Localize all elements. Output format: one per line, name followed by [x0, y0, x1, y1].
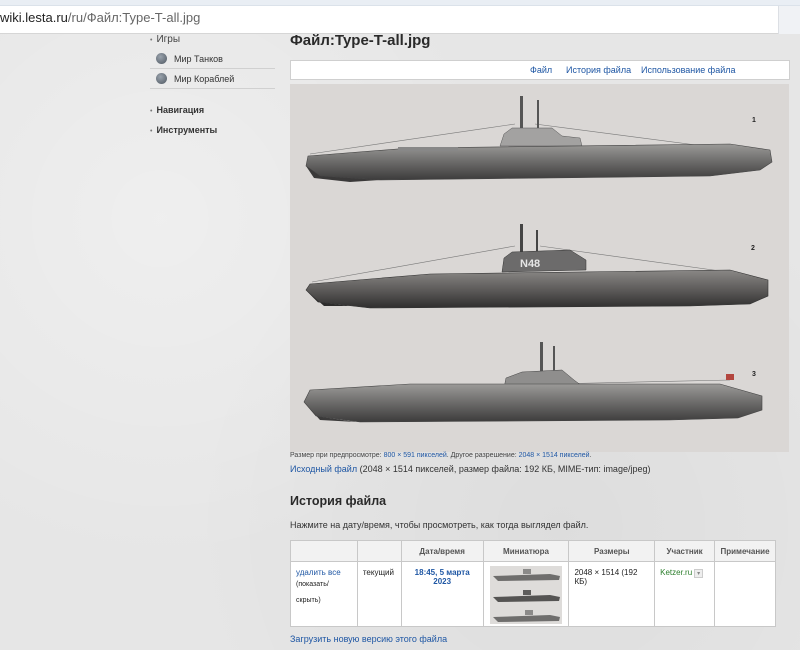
- tab-file-history[interactable]: История файла: [566, 65, 631, 75]
- url-host: wiki.lesta.ru: [0, 10, 68, 25]
- file-history-table: Дата/время Миниатюра Размеры Участник Пр…: [290, 540, 776, 627]
- browser-side-panel: [778, 6, 800, 34]
- user-link[interactable]: Ketzer.ru: [660, 568, 692, 577]
- table-header-row: Дата/время Миниатюра Размеры Участник Пр…: [290, 540, 776, 562]
- cell-status: текущий: [356, 561, 402, 627]
- page-title: Файл:Type-T-all.jpg: [290, 34, 431, 49]
- column-header: [356, 540, 402, 562]
- sidebar: • Игры Мир Танков Мир Кораблей • Навигация…: [150, 34, 275, 137]
- browser-address-bar: wiki.lesta.ru/ru/Файл:Type-T-all.jpg: [0, 0, 800, 34]
- sidebar-item-label: Мир Кораблей: [174, 73, 235, 84]
- column-header-user: Участник: [654, 540, 716, 562]
- upload-new-version-link[interactable]: Загрузить новую версию этого файла: [290, 634, 447, 644]
- tab-file[interactable]: Файл: [530, 65, 552, 75]
- file-tabs: Файл История файла Использование файла: [290, 60, 790, 80]
- history-thumbnail[interactable]: [486, 564, 567, 624]
- file-history-heading: История файла: [290, 494, 387, 508]
- url-path: /ru/Файл:Type-T-all.jpg: [67, 10, 201, 25]
- hull-number: N48: [520, 258, 540, 270]
- delete-all-link[interactable]: удалить все: [296, 568, 341, 577]
- cell-datetime: 18:45, 5 марта 2023: [400, 561, 484, 627]
- wiki-page: • Игры Мир Танков Мир Кораблей • Навигация…: [0, 34, 800, 650]
- wows-logo-icon: [156, 73, 167, 84]
- sidebar-item-label: Мир Танков: [174, 53, 223, 64]
- sidebar-item-wows[interactable]: Мир Кораблей: [150, 69, 275, 89]
- other-resolution-link[interactable]: 2048 × 1514 пикселей: [519, 452, 590, 459]
- cell-thumbnail[interactable]: [482, 561, 570, 627]
- image-label-2: 2: [751, 245, 755, 252]
- bullet-icon: •: [150, 108, 153, 115]
- wot-logo-icon: [156, 53, 167, 64]
- bullet-icon: •: [150, 128, 153, 135]
- preview-size-link[interactable]: 800 × 591 пикселей: [384, 452, 447, 459]
- sidebar-item-wot[interactable]: Мир Танков: [150, 49, 275, 69]
- sidebar-section-navigation[interactable]: • Навигация: [150, 105, 275, 117]
- datetime-link[interactable]: 18:45, 5 марта 2023: [415, 568, 470, 586]
- preview-size-info: Размер при предпросмотре: 800 × 591 пикс…: [290, 452, 592, 459]
- chevron-down-icon[interactable]: ▾: [694, 569, 704, 578]
- url-field[interactable]: wiki.lesta.ru/ru/Файл:Type-T-all.jpg: [0, 10, 200, 25]
- sidebar-section-tools[interactable]: • Инструменты: [150, 125, 275, 137]
- image-label-3: 3: [752, 371, 756, 378]
- file-image[interactable]: N48 1 2 3: [290, 84, 789, 452]
- table-row: удалить все (показать/скрыть) текущий 18…: [290, 561, 776, 627]
- column-header-thumbnail: Миниатюра: [482, 540, 570, 562]
- original-file-info: Исходный файл (2048 × 1514 пикселей, раз…: [290, 464, 651, 474]
- cell-user: Ketzer.ru ▾: [654, 561, 716, 627]
- column-header-note: Примечание: [714, 540, 776, 562]
- column-header-dimensions: Размеры: [568, 540, 656, 562]
- toggle-visibility-link[interactable]: (показать/скрыть): [296, 581, 329, 604]
- thumbnail-image: [489, 566, 562, 624]
- cell-actions: удалить все (показать/скрыть): [290, 561, 358, 627]
- bullet-icon: •: [150, 37, 153, 44]
- sidebar-games-header[interactable]: • Игры: [150, 34, 275, 48]
- tab-file-usage[interactable]: Использование файла: [641, 65, 736, 75]
- column-header: [290, 540, 358, 562]
- cell-note: [714, 561, 776, 627]
- cell-dimensions: 2048 × 1514 (192 КБ): [568, 561, 656, 627]
- column-header-datetime: Дата/время: [400, 540, 484, 562]
- file-history-hint: Нажмите на дату/время, чтобы просмотреть…: [290, 520, 589, 530]
- original-file-link[interactable]: Исходный файл: [290, 464, 357, 474]
- browser-tab-strip: [0, 0, 800, 6]
- image-label-1: 1: [752, 117, 756, 124]
- submarines-illustration: N48 1 2 3: [290, 84, 789, 452]
